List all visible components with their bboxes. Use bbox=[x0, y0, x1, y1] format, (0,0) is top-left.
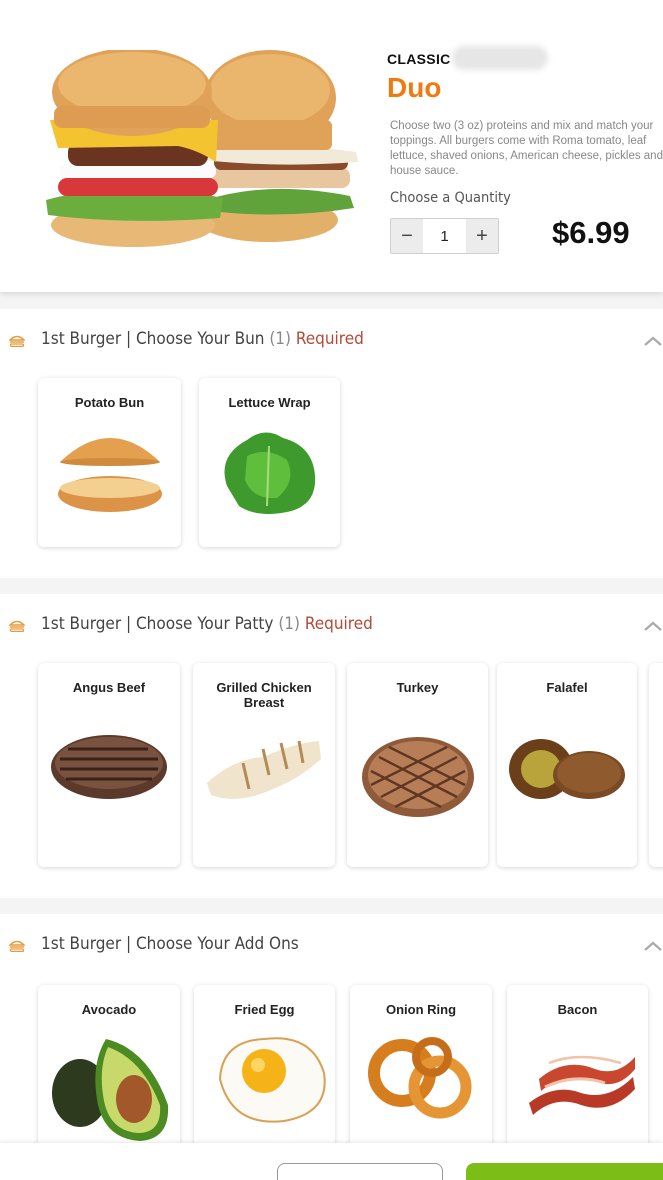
selection-count: (1) bbox=[278, 614, 300, 634]
addons-section-title: 1st Burger | Choose Your Add Ons bbox=[41, 934, 299, 954]
blurred-brand-name bbox=[452, 46, 548, 70]
angus-beef-image bbox=[51, 735, 167, 799]
product-price: $6.99 bbox=[552, 215, 630, 250]
turkey-patty-image bbox=[362, 737, 474, 817]
burger-icon bbox=[9, 620, 25, 632]
option-card-bacon[interactable]: Bacon bbox=[507, 985, 648, 1155]
burger-icon bbox=[9, 335, 25, 347]
section-title-text: 1st Burger | Choose Your Bun bbox=[41, 329, 265, 349]
option-card-partial[interactable] bbox=[649, 663, 663, 867]
option-label: Fried Egg bbox=[234, 1002, 295, 1017]
option-card-onion-ring[interactable]: Onion Ring bbox=[350, 985, 492, 1155]
option-label: Onion Ring bbox=[385, 1002, 457, 1017]
potato-bun-image bbox=[58, 438, 162, 512]
bun-section-header[interactable]: 1st Burger | Choose Your Bun (1) Require… bbox=[0, 309, 663, 369]
option-label: Potato Bun bbox=[74, 395, 145, 410]
option-label: Lettuce Wrap bbox=[228, 395, 311, 410]
product-header: CLASSIC Duo Choose two (3 oz) proteins a… bbox=[0, 0, 663, 292]
chevron-up-icon[interactable] bbox=[643, 620, 663, 632]
option-label: Falafel bbox=[546, 680, 588, 695]
chevron-up-icon[interactable] bbox=[643, 335, 663, 347]
falafel-image bbox=[509, 739, 625, 799]
patty-section: 1st Burger | Choose Your Patty (1) Requi… bbox=[0, 594, 663, 898]
option-card-grilled-chicken[interactable]: Grilled Chicken Breast bbox=[193, 663, 335, 867]
option-card-potato-bun[interactable]: Potato Bun bbox=[38, 378, 181, 547]
selection-count: (1) bbox=[269, 329, 292, 349]
bottom-action-bar bbox=[0, 1143, 663, 1180]
option-card-avocado[interactable]: Avocado bbox=[38, 985, 180, 1155]
quantity-value[interactable]: 1 bbox=[423, 219, 466, 253]
increment-button[interactable]: + bbox=[466, 219, 498, 253]
option-label: Turkey bbox=[396, 680, 439, 695]
option-card-turkey[interactable]: Turkey bbox=[347, 663, 488, 867]
option-card-angus-beef[interactable]: Angus Beef bbox=[38, 663, 180, 867]
bun-section-title: 1st Burger | Choose Your Bun (1) Require… bbox=[41, 329, 364, 349]
option-card-lettuce-wrap[interactable]: Lettuce Wrap bbox=[199, 378, 340, 547]
option-label: Bacon bbox=[557, 1002, 598, 1017]
option-card-fried-egg[interactable]: Fried Egg bbox=[194, 985, 335, 1155]
onion-ring-image bbox=[368, 1037, 472, 1119]
option-card-falafel[interactable]: Falafel bbox=[497, 663, 637, 867]
lettuce-wrap-image bbox=[224, 432, 316, 514]
duo-burger-image bbox=[46, 50, 358, 247]
brand-label: CLASSIC bbox=[387, 51, 451, 67]
decrement-button[interactable]: − bbox=[391, 219, 423, 253]
bacon-image bbox=[529, 1055, 635, 1115]
burger-icon bbox=[9, 940, 25, 952]
section-title-text: 1st Burger | Choose Your Patty bbox=[41, 614, 274, 634]
product-description: Choose two (3 oz) proteins and mix and m… bbox=[390, 120, 663, 177]
bun-section: 1st Burger | Choose Your Bun (1) Require… bbox=[0, 309, 663, 578]
option-label: Angus Beef bbox=[72, 680, 146, 695]
required-label: Required bbox=[304, 614, 373, 634]
secondary-action-button[interactable] bbox=[277, 1163, 443, 1180]
chevron-up-icon[interactable] bbox=[643, 940, 663, 952]
grilled-chicken-image bbox=[207, 740, 321, 799]
patty-section-title: 1st Burger | Choose Your Patty (1) Requi… bbox=[41, 614, 373, 634]
option-label: Grilled Chicken Breast bbox=[216, 680, 312, 710]
add-to-order-button[interactable] bbox=[466, 1163, 663, 1180]
patty-section-header[interactable]: 1st Burger | Choose Your Patty (1) Requi… bbox=[0, 594, 663, 654]
addons-section: 1st Burger | Choose Your Add Ons Avocado… bbox=[0, 914, 663, 1155]
quantity-label: Choose a Quantity bbox=[390, 190, 511, 206]
quantity-stepper: − 1 + bbox=[390, 218, 499, 254]
option-label: Avocado bbox=[81, 1002, 137, 1017]
required-label: Required bbox=[295, 329, 364, 349]
product-title: Duo bbox=[387, 72, 442, 103]
avocado-image bbox=[52, 1039, 169, 1141]
section-title-text: 1st Burger | Choose Your Add Ons bbox=[41, 934, 299, 954]
addons-section-header[interactable]: 1st Burger | Choose Your Add Ons bbox=[0, 914, 663, 974]
fried-egg-image bbox=[218, 1037, 326, 1123]
